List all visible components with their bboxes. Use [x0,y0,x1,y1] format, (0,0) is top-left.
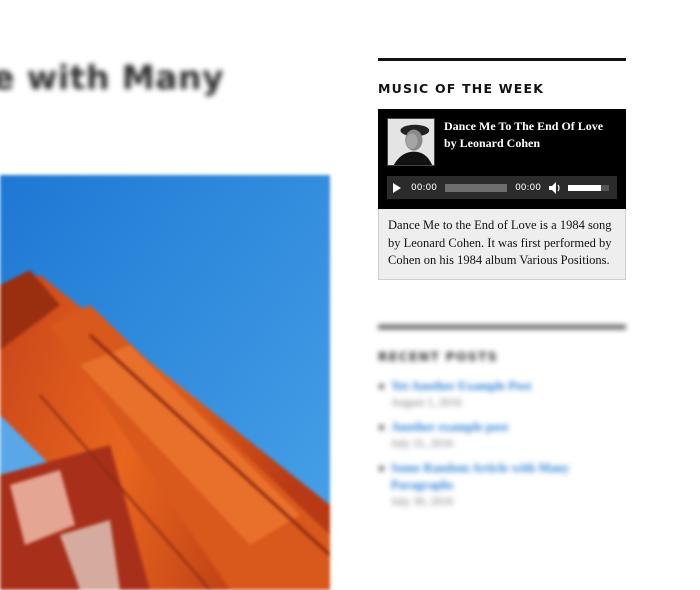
list-item: Yet Another Example Post August 1, 2016 [378,378,626,411]
track-artist: by Leonard Cohen [444,136,541,150]
current-time: 00:00 [411,182,437,193]
recent-post-date: July 30, 2016 [391,495,454,508]
recent-post-date: August 1, 2016 [391,396,462,409]
volume-icon[interactable] [549,181,562,194]
sidebar: MUSIC OF THE WEEK Dance Me To The End Of… [378,58,626,518]
player-controls: 00:00 00:00 [387,176,617,199]
widget-divider [378,58,626,61]
list-item: Another example post July 31, 2016 [378,419,626,452]
volume-slider[interactable] [568,184,609,191]
recent-posts-title: RECENT POSTS [378,348,498,364]
track-info: Dance Me To The End Of Love by Leonard C… [444,118,603,152]
post-title[interactable]: e with Many [0,58,224,97]
recent-posts-widget: RECENT POSTS Yet Another Example Post Au… [378,324,626,510]
recent-post-link[interactable]: Some Random Article with Many Paragraphs [391,460,626,494]
play-icon[interactable] [393,182,401,193]
bullet-icon [379,383,384,389]
volume-fill [568,184,601,191]
duration: 00:00 [515,182,541,193]
music-widget: MUSIC OF THE WEEK Dance Me To The End Of… [378,58,626,280]
featured-image [0,175,330,590]
audio-player: Dance Me To The End Of Love by Leonard C… [378,109,626,209]
recent-post-link[interactable]: Yet Another Example Post [391,378,626,395]
bullet-icon [379,465,384,471]
album-art-image [387,118,435,166]
bullet-icon [379,424,384,430]
music-widget-title: MUSIC OF THE WEEK [378,81,545,96]
recent-post-link[interactable]: Another example post [391,419,626,436]
widget-divider [378,324,626,329]
recent-posts-list: Yet Another Example Post August 1, 2016 … [378,378,626,510]
track-title: Dance Me To The End Of Love [444,119,604,133]
track-description: Dance Me to the End of Love is a 1984 so… [378,209,626,280]
progress-bar[interactable] [444,183,508,192]
recent-post-date: July 31, 2016 [391,437,454,450]
list-item: Some Random Article with Many Paragraphs… [378,460,626,510]
